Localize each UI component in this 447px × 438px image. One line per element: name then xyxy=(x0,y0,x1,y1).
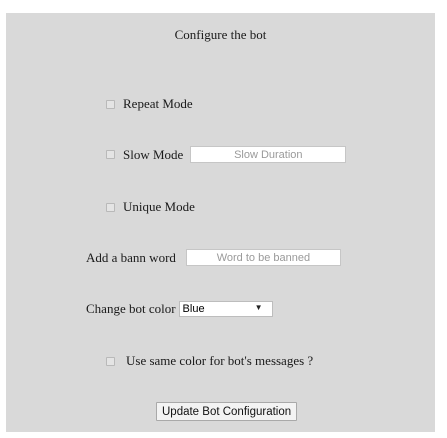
slow-mode-row: Slow Mode xyxy=(106,146,347,163)
bann-word-label: Add a bann word xyxy=(86,249,176,265)
slow-duration-input[interactable] xyxy=(190,146,347,163)
unique-mode-row: Unique Mode xyxy=(106,199,195,215)
bot-color-label: Change bot color xyxy=(86,301,176,316)
repeat-mode-label: Repeat Mode xyxy=(123,96,193,111)
same-color-checkbox[interactable] xyxy=(106,356,115,366)
bot-color-row: Change bot color Blue ▼ xyxy=(86,301,273,317)
repeat-mode-row: Repeat Mode xyxy=(106,96,193,112)
bann-word-row: Add a bann word xyxy=(86,249,341,266)
bot-config-panel: Configure the bot Repeat Mode Slow Mode … xyxy=(6,13,435,432)
bot-color-selected-value: Blue xyxy=(182,303,205,315)
bann-word-input[interactable] xyxy=(185,249,341,266)
panel-title: Configure the bot xyxy=(174,27,267,42)
unique-mode-label: Unique Mode xyxy=(123,199,195,214)
slow-mode-checkbox[interactable] xyxy=(106,150,115,159)
same-color-label: Use same color for bot's messages ? xyxy=(126,353,314,368)
slow-mode-label: Slow Mode xyxy=(123,146,184,162)
bot-color-select[interactable]: Blue ▼ xyxy=(178,301,273,317)
update-bot-config-button[interactable]: Update Bot Configuration xyxy=(156,402,298,421)
chevron-down-icon: ▼ xyxy=(254,303,263,312)
same-color-row: Use same color for bot's messages ? xyxy=(106,353,313,369)
repeat-mode-checkbox[interactable] xyxy=(106,99,115,109)
unique-mode-checkbox[interactable] xyxy=(106,202,115,212)
